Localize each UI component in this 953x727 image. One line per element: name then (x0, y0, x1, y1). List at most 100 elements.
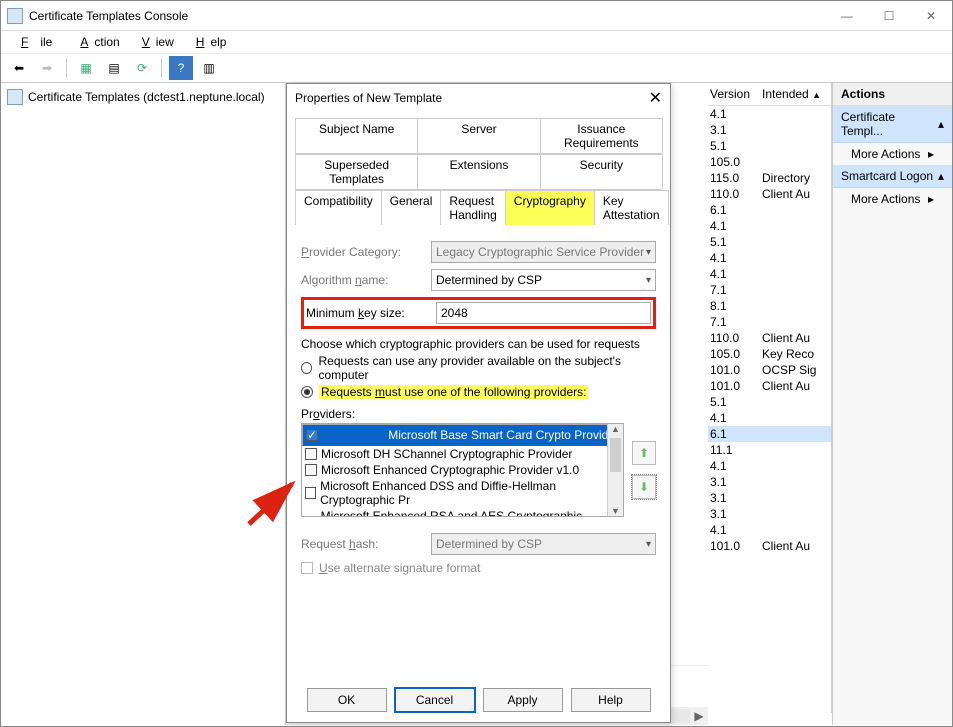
list-row[interactable]: 4.1 (708, 250, 831, 266)
radio-must-use-providers[interactable]: Requests must use one of the following p… (301, 385, 656, 399)
list-row[interactable]: 101.0Client Au (708, 538, 831, 554)
alt-signature-checkbox: Use alternate signature format (301, 561, 656, 575)
list-row[interactable]: 3.1 (708, 122, 831, 138)
list-row[interactable]: 110.0Client Au (708, 186, 831, 202)
list-row[interactable]: 5.1 (708, 138, 831, 154)
provider-item[interactable]: Microsoft Enhanced RSA and AES Cryptogra… (302, 508, 623, 517)
col-version[interactable]: Version (708, 83, 760, 106)
apply-button[interactable]: Apply (483, 688, 563, 712)
help-button[interactable]: Help (571, 688, 651, 712)
toolbar-icon-3[interactable]: ▥ (197, 56, 221, 80)
list-row[interactable]: 4.1 (708, 218, 831, 234)
list-row[interactable]: 6.1 (708, 426, 831, 442)
help-icon[interactable]: ? (169, 56, 193, 80)
tab-security[interactable]: Security (540, 154, 663, 189)
provider-item[interactable]: Microsoft DH SChannel Cryptographic Prov… (302, 446, 623, 462)
toolbar-icon-2[interactable]: ▤ (102, 56, 126, 80)
list-row[interactable]: 101.0Client Au (708, 378, 831, 394)
content-pane: Version Intended ▲ 4.13.15.1105.0115.0Di… (286, 83, 832, 725)
list-row[interactable]: 4.1 (708, 458, 831, 474)
tab-cryptography[interactable]: Cryptography (505, 190, 595, 225)
min-key-highlight: Minimum key size: (301, 297, 656, 329)
list-row[interactable]: 4.1 (708, 410, 831, 426)
ok-button[interactable]: OK (307, 688, 387, 712)
app-icon (7, 8, 23, 24)
provider-item[interactable]: Microsoft Enhanced Cryptographic Provide… (302, 462, 623, 478)
tab-subject-name[interactable]: Subject Name (295, 118, 418, 153)
checkbox-icon[interactable] (305, 464, 317, 476)
col-intended[interactable]: Intended ▲ (760, 83, 831, 106)
list-row[interactable]: 4.1 (708, 522, 831, 538)
list-row[interactable]: 7.1 (708, 314, 831, 330)
forward-button[interactable]: ➡ (35, 56, 59, 80)
move-up-button[interactable]: ⬆ (632, 441, 656, 465)
list-row[interactable]: 6.1 (708, 202, 831, 218)
tab-issuance[interactable]: Issuance Requirements (540, 118, 663, 153)
list-row[interactable]: 3.1 (708, 506, 831, 522)
actions-pane: Actions Certificate Templ... ▴ More Acti… (832, 83, 952, 725)
list-row[interactable]: 3.1 (708, 474, 831, 490)
cancel-button[interactable]: Cancel (395, 688, 475, 712)
list-row[interactable]: 4.1 (708, 266, 831, 282)
list-row[interactable]: 5.1 (708, 394, 831, 410)
list-row[interactable]: 105.0 (708, 154, 831, 170)
provider-item-selected[interactable]: ✓ Microsoft Base Smart Card Crypto Provi… (302, 424, 623, 446)
collapse-icon[interactable]: ▴ (938, 169, 944, 183)
algorithm-name-label: Algorithm name: (301, 273, 431, 287)
tree-root[interactable]: Certificate Templates (dctest1.neptune.l… (3, 87, 283, 107)
list-row[interactable]: 4.1 (708, 106, 831, 122)
maximize-button[interactable]: ☐ (868, 2, 910, 30)
menu-action[interactable]: Action (68, 33, 125, 51)
close-button[interactable]: ✕ (910, 2, 952, 30)
toolbar-icon-1[interactable]: ▦ (74, 56, 98, 80)
collapse-icon[interactable]: ▴ (938, 117, 944, 131)
list-row[interactable]: 110.0Client Au (708, 330, 831, 346)
actions-section-templates[interactable]: Certificate Templ... ▴ (833, 106, 952, 143)
tab-request-handling[interactable]: Request Handling (440, 190, 505, 225)
list-row[interactable]: 105.0Key Reco (708, 346, 831, 362)
providers-scrollbar[interactable]: ▲ ▼ (607, 424, 623, 516)
menu-bar: File Action View Help (1, 31, 952, 53)
refresh-icon[interactable]: ⟳ (130, 56, 154, 80)
actions-section-smartcard[interactable]: Smartcard Logon ▴ (833, 165, 952, 188)
menu-file[interactable]: File (9, 33, 64, 51)
move-down-button[interactable]: ⬇ (632, 475, 656, 499)
checkbox-icon[interactable] (305, 448, 317, 460)
menu-help[interactable]: Help (184, 33, 233, 51)
tab-server[interactable]: Server (417, 118, 540, 153)
checkbox-icon[interactable] (305, 487, 316, 499)
list-row[interactable]: 11.1 (708, 442, 831, 458)
radio-any-provider[interactable]: Requests can use any provider available … (301, 354, 656, 382)
list-row[interactable]: 7.1 (708, 282, 831, 298)
algorithm-name-select[interactable]: Determined by CSP ▾ (431, 269, 656, 291)
tab-compatibility[interactable]: Compatibility (295, 190, 382, 225)
tab-extensions[interactable]: Extensions (417, 154, 540, 189)
minimum-key-size-input[interactable] (436, 302, 651, 324)
title-bar: Certificate Templates Console — ☐ ✕ (1, 1, 952, 31)
list-row[interactable]: 115.0Directory (708, 170, 831, 186)
list-row[interactable]: 8.1 (708, 298, 831, 314)
dialog-buttons: OK Cancel Apply Help (287, 688, 670, 712)
minimize-button[interactable]: — (826, 2, 868, 30)
checkbox-icon[interactable]: ✓ (306, 429, 318, 441)
back-button[interactable]: ⬅ (7, 56, 31, 80)
chevron-right-icon: ▸ (928, 192, 934, 206)
version-list[interactable]: Version Intended ▲ 4.13.15.1105.0115.0Di… (708, 83, 832, 713)
menu-view[interactable]: View (130, 33, 180, 51)
actions-more-2[interactable]: More Actions ▸ (833, 188, 952, 210)
providers-listbox[interactable]: ✓ Microsoft Base Smart Card Crypto Provi… (301, 423, 624, 517)
minimum-key-size-label: Minimum key size: (306, 306, 436, 320)
dialog-tabs: Subject Name Server Issuance Requirement… (287, 112, 670, 225)
dialog-close-button[interactable]: ✕ (649, 88, 662, 108)
list-row[interactable]: 101.0OCSP Sig (708, 362, 831, 378)
tab-superseded[interactable]: Superseded Templates (295, 154, 418, 189)
tab-key-attestation[interactable]: Key Attestation (594, 190, 669, 225)
list-row[interactable]: 5.1 (708, 234, 831, 250)
request-hash-select: Determined by CSP ▾ (431, 533, 656, 555)
provider-item[interactable]: Microsoft Enhanced DSS and Diffie-Hellma… (302, 478, 623, 508)
tab-general[interactable]: General (381, 190, 442, 225)
list-row[interactable]: 3.1 (708, 490, 831, 506)
list-header[interactable]: Version Intended ▲ (708, 83, 831, 106)
scroll-right-icon[interactable]: ▶ (690, 709, 708, 723)
actions-more-1[interactable]: More Actions ▸ (833, 143, 952, 165)
